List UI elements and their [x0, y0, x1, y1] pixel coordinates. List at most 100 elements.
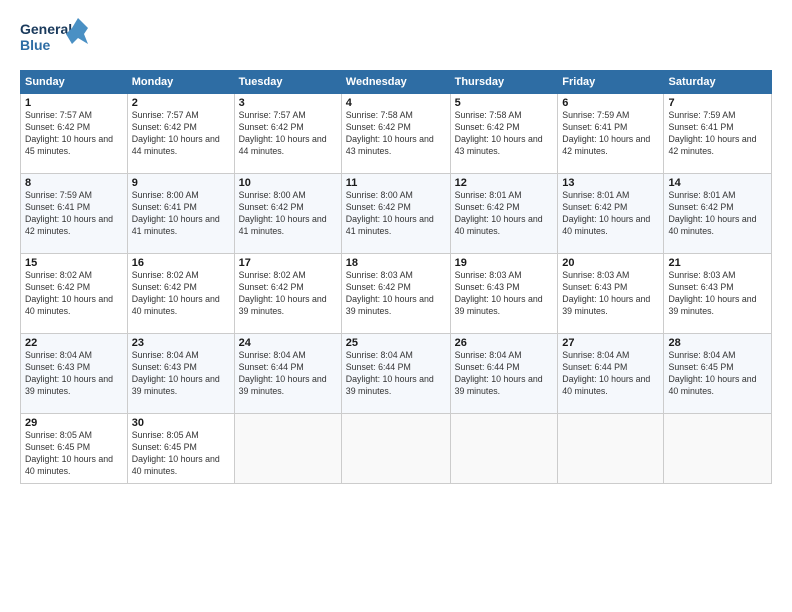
day-info: Sunrise: 7:59 AMSunset: 6:41 PMDaylight:… — [668, 110, 756, 156]
table-row: 1 Sunrise: 7:57 AMSunset: 6:42 PMDayligh… — [21, 94, 128, 174]
day-number: 23 — [132, 337, 230, 349]
table-row — [341, 414, 450, 484]
table-row — [664, 414, 772, 484]
day-number: 27 — [562, 337, 659, 349]
table-row: 12 Sunrise: 8:01 AMSunset: 6:42 PMDaylig… — [450, 174, 558, 254]
day-info: Sunrise: 8:00 AMSunset: 6:42 PMDaylight:… — [239, 190, 327, 236]
day-info: Sunrise: 7:57 AMSunset: 6:42 PMDaylight:… — [25, 110, 113, 156]
day-info: Sunrise: 8:04 AMSunset: 6:44 PMDaylight:… — [562, 350, 650, 396]
table-row: 23 Sunrise: 8:04 AMSunset: 6:43 PMDaylig… — [127, 334, 234, 414]
day-info: Sunrise: 8:03 AMSunset: 6:42 PMDaylight:… — [346, 270, 434, 316]
table-row: 8 Sunrise: 7:59 AMSunset: 6:41 PMDayligh… — [21, 174, 128, 254]
day-number: 22 — [25, 337, 123, 349]
day-number: 29 — [25, 417, 123, 429]
day-number: 3 — [239, 97, 337, 109]
day-info: Sunrise: 8:05 AMSunset: 6:45 PMDaylight:… — [132, 430, 220, 476]
day-number: 14 — [668, 177, 767, 189]
day-info: Sunrise: 7:59 AMSunset: 6:41 PMDaylight:… — [562, 110, 650, 156]
day-number: 19 — [455, 257, 554, 269]
col-saturday: Saturday — [664, 71, 772, 94]
day-number: 18 — [346, 257, 446, 269]
table-row: 26 Sunrise: 8:04 AMSunset: 6:44 PMDaylig… — [450, 334, 558, 414]
table-row: 6 Sunrise: 7:59 AMSunset: 6:41 PMDayligh… — [558, 94, 664, 174]
day-info: Sunrise: 7:57 AMSunset: 6:42 PMDaylight:… — [132, 110, 220, 156]
day-number: 6 — [562, 97, 659, 109]
day-number: 11 — [346, 177, 446, 189]
table-row: 21 Sunrise: 8:03 AMSunset: 6:43 PMDaylig… — [664, 254, 772, 334]
table-row — [558, 414, 664, 484]
day-info: Sunrise: 8:05 AMSunset: 6:45 PMDaylight:… — [25, 430, 113, 476]
table-row: 20 Sunrise: 8:03 AMSunset: 6:43 PMDaylig… — [558, 254, 664, 334]
calendar-header-row: Sunday Monday Tuesday Wednesday Thursday… — [21, 71, 772, 94]
day-number: 30 — [132, 417, 230, 429]
svg-text:Blue: Blue — [20, 37, 51, 53]
day-number: 13 — [562, 177, 659, 189]
svg-text:General: General — [20, 21, 72, 37]
day-number: 24 — [239, 337, 337, 349]
col-tuesday: Tuesday — [234, 71, 341, 94]
day-info: Sunrise: 8:02 AMSunset: 6:42 PMDaylight:… — [25, 270, 113, 316]
day-info: Sunrise: 7:58 AMSunset: 6:42 PMDaylight:… — [455, 110, 543, 156]
day-number: 10 — [239, 177, 337, 189]
day-info: Sunrise: 8:04 AMSunset: 6:44 PMDaylight:… — [239, 350, 327, 396]
table-row: 29 Sunrise: 8:05 AMSunset: 6:45 PMDaylig… — [21, 414, 128, 484]
table-row: 19 Sunrise: 8:03 AMSunset: 6:43 PMDaylig… — [450, 254, 558, 334]
table-row: 4 Sunrise: 7:58 AMSunset: 6:42 PMDayligh… — [341, 94, 450, 174]
col-sunday: Sunday — [21, 71, 128, 94]
table-row: 9 Sunrise: 8:00 AMSunset: 6:41 PMDayligh… — [127, 174, 234, 254]
day-info: Sunrise: 8:01 AMSunset: 6:42 PMDaylight:… — [668, 190, 756, 236]
table-row: 28 Sunrise: 8:04 AMSunset: 6:45 PMDaylig… — [664, 334, 772, 414]
table-row: 3 Sunrise: 7:57 AMSunset: 6:42 PMDayligh… — [234, 94, 341, 174]
day-number: 9 — [132, 177, 230, 189]
table-row — [450, 414, 558, 484]
day-info: Sunrise: 8:01 AMSunset: 6:42 PMDaylight:… — [562, 190, 650, 236]
day-number: 15 — [25, 257, 123, 269]
col-monday: Monday — [127, 71, 234, 94]
day-number: 28 — [668, 337, 767, 349]
logo: General Blue — [20, 16, 90, 60]
table-row: 22 Sunrise: 8:04 AMSunset: 6:43 PMDaylig… — [21, 334, 128, 414]
table-row: 2 Sunrise: 7:57 AMSunset: 6:42 PMDayligh… — [127, 94, 234, 174]
day-info: Sunrise: 8:00 AMSunset: 6:42 PMDaylight:… — [346, 190, 434, 236]
day-number: 17 — [239, 257, 337, 269]
day-number: 20 — [562, 257, 659, 269]
logo-svg: General Blue — [20, 16, 90, 60]
day-number: 12 — [455, 177, 554, 189]
calendar-table: Sunday Monday Tuesday Wednesday Thursday… — [20, 70, 772, 484]
table-row: 5 Sunrise: 7:58 AMSunset: 6:42 PMDayligh… — [450, 94, 558, 174]
day-number: 4 — [346, 97, 446, 109]
day-info: Sunrise: 8:04 AMSunset: 6:44 PMDaylight:… — [346, 350, 434, 396]
table-row: 16 Sunrise: 8:02 AMSunset: 6:42 PMDaylig… — [127, 254, 234, 334]
day-info: Sunrise: 8:00 AMSunset: 6:41 PMDaylight:… — [132, 190, 220, 236]
day-info: Sunrise: 8:03 AMSunset: 6:43 PMDaylight:… — [562, 270, 650, 316]
day-info: Sunrise: 8:01 AMSunset: 6:42 PMDaylight:… — [455, 190, 543, 236]
table-row: 30 Sunrise: 8:05 AMSunset: 6:45 PMDaylig… — [127, 414, 234, 484]
day-info: Sunrise: 8:04 AMSunset: 6:43 PMDaylight:… — [132, 350, 220, 396]
day-info: Sunrise: 8:02 AMSunset: 6:42 PMDaylight:… — [132, 270, 220, 316]
table-row: 27 Sunrise: 8:04 AMSunset: 6:44 PMDaylig… — [558, 334, 664, 414]
table-row: 10 Sunrise: 8:00 AMSunset: 6:42 PMDaylig… — [234, 174, 341, 254]
table-row: 18 Sunrise: 8:03 AMSunset: 6:42 PMDaylig… — [341, 254, 450, 334]
table-row: 7 Sunrise: 7:59 AMSunset: 6:41 PMDayligh… — [664, 94, 772, 174]
table-row: 11 Sunrise: 8:00 AMSunset: 6:42 PMDaylig… — [341, 174, 450, 254]
table-row — [234, 414, 341, 484]
day-info: Sunrise: 7:57 AMSunset: 6:42 PMDaylight:… — [239, 110, 327, 156]
col-friday: Friday — [558, 71, 664, 94]
day-number: 2 — [132, 97, 230, 109]
page: General Blue Sunday Monday Tuesday Wedne… — [0, 0, 792, 612]
day-info: Sunrise: 8:04 AMSunset: 6:43 PMDaylight:… — [25, 350, 113, 396]
day-number: 26 — [455, 337, 554, 349]
header: General Blue — [20, 16, 772, 60]
day-info: Sunrise: 8:04 AMSunset: 6:44 PMDaylight:… — [455, 350, 543, 396]
table-row: 14 Sunrise: 8:01 AMSunset: 6:42 PMDaylig… — [664, 174, 772, 254]
day-info: Sunrise: 8:03 AMSunset: 6:43 PMDaylight:… — [668, 270, 756, 316]
day-number: 21 — [668, 257, 767, 269]
col-wednesday: Wednesday — [341, 71, 450, 94]
table-row: 24 Sunrise: 8:04 AMSunset: 6:44 PMDaylig… — [234, 334, 341, 414]
table-row: 15 Sunrise: 8:02 AMSunset: 6:42 PMDaylig… — [21, 254, 128, 334]
day-info: Sunrise: 8:02 AMSunset: 6:42 PMDaylight:… — [239, 270, 327, 316]
day-number: 5 — [455, 97, 554, 109]
day-number: 7 — [668, 97, 767, 109]
col-thursday: Thursday — [450, 71, 558, 94]
day-number: 25 — [346, 337, 446, 349]
